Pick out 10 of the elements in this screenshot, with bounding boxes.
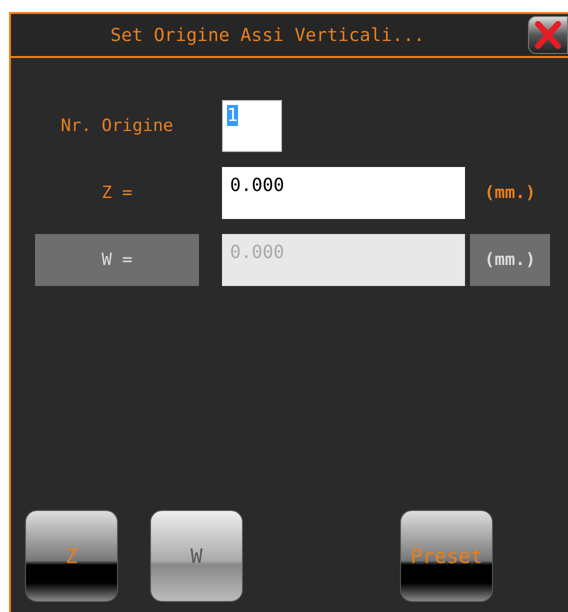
unit-label: (mm.) [483,183,537,203]
field-label: Nr. Origine [60,115,174,138]
field-label: Z = [100,182,134,205]
input-field[interactable]: 1 [222,100,282,152]
input-field[interactable]: 0.000 [222,167,465,219]
close-icon [533,20,563,50]
window-title: Set Origine Assi Verticali... [109,24,426,46]
close-button[interactable] [528,16,568,54]
unit-label: (mm.) [470,234,550,286]
field-label: W = [35,234,199,286]
